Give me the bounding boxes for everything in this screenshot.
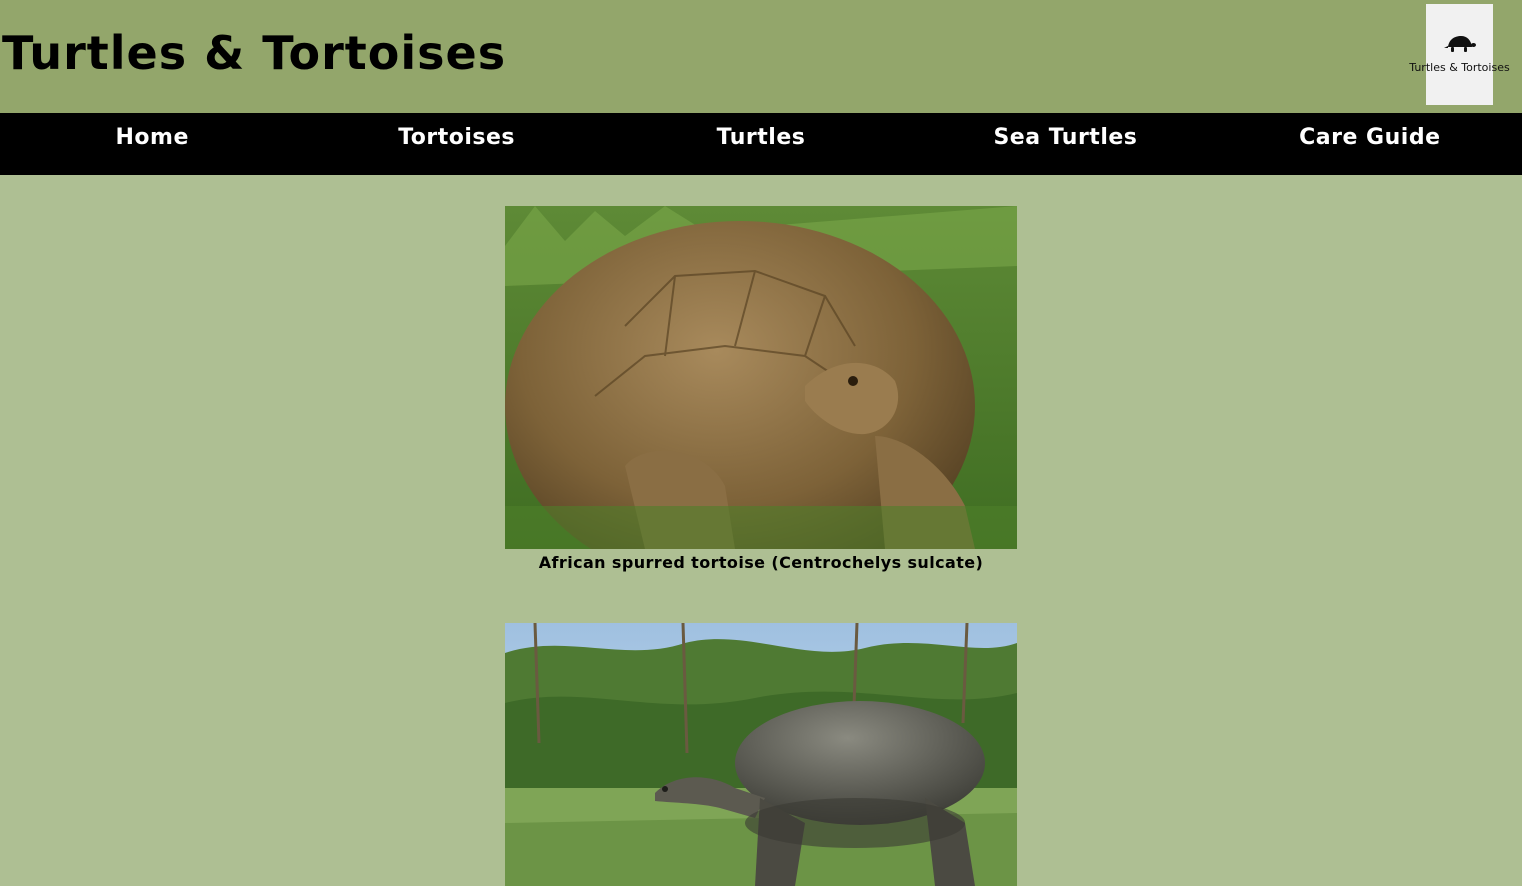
site-logo[interactable]: Turtles & Tortoises (1409, 4, 1510, 105)
giant-tortoise-photo (505, 623, 1017, 886)
nav-item-home[interactable]: Home (0, 113, 304, 175)
gallery-item: African spurred tortoise (Centrochelys s… (505, 206, 1017, 572)
photo-caption: African spurred tortoise (Centrochelys s… (538, 553, 984, 572)
nav-item-turtles[interactable]: Turtles (609, 113, 913, 175)
gallery: African spurred tortoise (Centrochelys s… (0, 175, 1522, 886)
nav-item-care-guide[interactable]: Care Guide (1218, 113, 1522, 175)
logo-text: Turtles & Tortoises (1409, 61, 1510, 74)
site-header: Turtles & Tortoises Turtles & Tortoises (0, 0, 1522, 113)
nav-item-tortoises[interactable]: Tortoises (304, 113, 608, 175)
site-title: Turtles & Tortoises (2, 26, 507, 80)
nav-item-sea-turtles[interactable]: Sea Turtles (913, 113, 1217, 175)
main-nav: Home Tortoises Turtles Sea Turtles Care … (0, 113, 1522, 175)
gallery-item (505, 623, 1017, 886)
sulcata-tortoise-photo (505, 206, 1017, 549)
turtle-icon (1444, 36, 1476, 52)
